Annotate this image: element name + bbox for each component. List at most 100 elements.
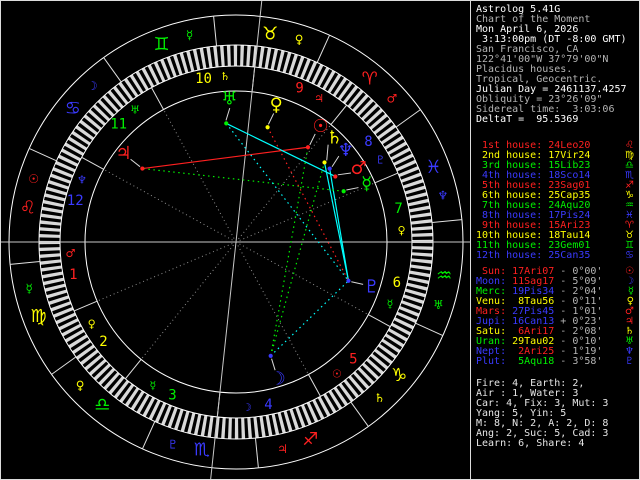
degree-band-tick (227, 417, 232, 439)
sign-ruler-icon: ♆ (437, 189, 448, 203)
degree-band-tick (406, 192, 428, 201)
degree-band-tick (342, 85, 359, 104)
planet-pointer (346, 187, 359, 191)
house-ruler-icon: ♀ (398, 224, 406, 237)
degree-band-tick (213, 45, 219, 68)
house-ruler-icon: ☿ (387, 297, 394, 310)
house-number-6: 6 (393, 275, 401, 291)
sign-boundary (28, 148, 57, 162)
planet-velocity: - 3°58' (554, 356, 603, 367)
degree-band-tick (221, 417, 226, 439)
house-ruler-icon: ♇ (375, 154, 385, 167)
degree-band-tick (83, 114, 102, 131)
degree-band-tick (411, 232, 433, 237)
degree-band-tick (343, 379, 360, 398)
degree-band-tick (39, 259, 62, 265)
sidebar-header-line-12: DeltaT = 95.5369 (476, 115, 639, 125)
sign-boundary (431, 219, 462, 224)
degree-band-tick (103, 372, 120, 390)
wheel-planet-uran-icon: ♅ (221, 89, 237, 110)
sign-glyph-gemini: ♊ (153, 34, 169, 55)
degree-band-tick (265, 414, 273, 437)
degree-band-tick (187, 412, 196, 434)
degree-band-tick (44, 193, 66, 202)
degree-band-tick (241, 417, 246, 439)
sign-ruler-icon: ♄ (374, 391, 385, 405)
degree-band-tick (361, 362, 380, 380)
degree-band-tick (112, 86, 129, 105)
house-cusp-spoke (163, 109, 237, 243)
degree-band-tick (411, 225, 433, 231)
planet-pointer (130, 158, 141, 168)
degree-band-tick (43, 277, 65, 286)
degree-band-tick (406, 282, 428, 291)
degree-band-tick (270, 48, 279, 71)
house-cusp-segment (151, 87, 164, 110)
degree-band-tick (84, 354, 103, 371)
sign-ruler-icon: ♂ (387, 91, 398, 105)
sign-boundary (395, 109, 421, 128)
wheel-planet-mars-icon: ♂ (351, 158, 367, 179)
degree-band-tick (407, 198, 429, 207)
house-cusp-segment (368, 314, 391, 328)
degree-band-tick (219, 45, 225, 67)
sign-boundary (254, 437, 259, 468)
planet-dot-nept (327, 166, 332, 171)
degree-band-tick (39, 233, 61, 238)
degree-band-tick (98, 367, 116, 386)
degree-band-tick (92, 104, 111, 122)
degree-band-tick (97, 99, 115, 117)
degree-band-tick (411, 239, 433, 244)
degree-band-tick (39, 240, 61, 245)
planet-dot-sun (305, 145, 311, 150)
degree-band-tick (108, 376, 125, 395)
degree-band-tick (365, 108, 384, 125)
house-ruler-icon: ☉ (332, 367, 342, 380)
house-cusp-spoke (103, 168, 237, 243)
planet-icon: ♇ (625, 356, 634, 367)
degree-band-tick (39, 227, 61, 232)
house-ruler-icon: ♃ (314, 92, 324, 105)
degree-band-tick (259, 415, 266, 438)
degree-band-tick (271, 413, 280, 435)
planet-pointer (337, 172, 351, 176)
planet-dot-plut (346, 278, 351, 283)
sign-boundary (316, 34, 330, 63)
degree-band-tick (192, 49, 201, 71)
degree-band-tick (40, 213, 62, 220)
planet-dot-mars (333, 174, 338, 179)
sign-glyph-libra: ♎ (94, 395, 110, 416)
degree-band-tick (193, 413, 202, 436)
house-ruler-icon: ☿ (150, 379, 157, 392)
sign-ruler-icon: ♅ (433, 298, 444, 312)
house-number-12: 12 (67, 193, 84, 209)
degree-band-tick (200, 415, 208, 437)
planet-dot-moon (268, 353, 273, 358)
degree-band-tick (206, 46, 213, 69)
zodiac-sign-icon: ♋ (625, 250, 634, 261)
sign-ruler-icon: ♃ (277, 442, 288, 456)
degree-band-tick (234, 417, 239, 439)
degree-band-tick (357, 367, 375, 385)
degree-band-tick (369, 113, 388, 130)
degree-band-tick (246, 45, 251, 67)
sign-glyph-cancer: ♋ (65, 98, 81, 119)
degree-band-tick (277, 412, 286, 434)
degree-band-tick (410, 258, 433, 264)
house-number-1: 1 (69, 267, 77, 283)
degree-band-tick (247, 417, 253, 439)
house-ruler-icon: ☽ (242, 401, 252, 414)
planet-name: Plut: (476, 356, 513, 367)
planet-pointer (351, 281, 364, 285)
degree-band-tick (373, 118, 392, 135)
house-number-4: 4 (264, 397, 272, 413)
house-number-8: 8 (364, 134, 372, 150)
degree-band-tick (407, 276, 430, 285)
degree-band-tick (366, 358, 384, 375)
aspect-line-venu-plut (267, 126, 350, 282)
planet-dot-venu (265, 125, 270, 130)
wheel-planet-plut-icon: ♇ (364, 277, 380, 298)
sign-boundary (213, 16, 218, 47)
wheel-planet-moon-icon: ☽ (270, 368, 286, 389)
